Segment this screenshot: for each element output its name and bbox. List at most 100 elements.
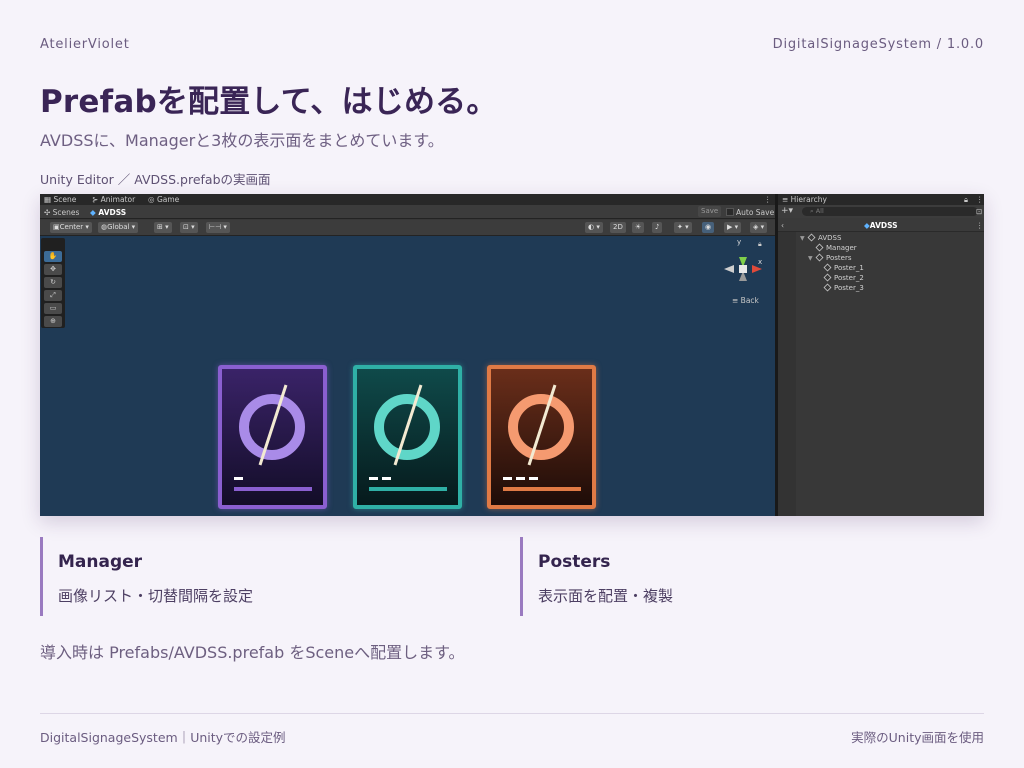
expand-arrow-icon[interactable]: ▼ bbox=[808, 255, 816, 262]
poster-dash bbox=[516, 477, 525, 480]
ruler-icon[interactable]: ⊢⊣ ▾ bbox=[206, 222, 230, 233]
lighting-icon[interactable]: ☀ bbox=[632, 222, 645, 233]
hierarchy-item-label: Manager bbox=[826, 244, 857, 252]
pivot-dropdown[interactable]: ▣Center ▾ bbox=[50, 222, 92, 233]
snap-increment-icon[interactable]: ⊡ ▾ bbox=[180, 222, 198, 233]
gizmo-x-label: x bbox=[758, 258, 763, 266]
hierarchy-item[interactable]: Poster_3 bbox=[823, 283, 864, 292]
effects-icon[interactable]: ✦ ▾ bbox=[674, 222, 692, 233]
hierarchy-gutter bbox=[778, 232, 796, 516]
transform-tool-icon[interactable]: ⊕ bbox=[44, 316, 62, 327]
manager-card-title: Manager bbox=[58, 552, 143, 572]
audio-icon[interactable]: ♪ bbox=[652, 222, 663, 233]
footer-divider bbox=[40, 713, 984, 714]
grid-snap-icon[interactable]: ⊞ ▾ bbox=[154, 222, 172, 233]
camera-icon[interactable]: ▶ ▾ bbox=[724, 222, 742, 233]
gameobject-cube-icon bbox=[823, 263, 832, 272]
scenes-label: Scenes bbox=[52, 208, 80, 217]
search-options-icon[interactable]: ⊡ bbox=[976, 207, 982, 216]
hierarchy-search-row: +▾ ⌕ All ⊡ bbox=[778, 205, 984, 218]
hierarchy-item[interactable]: ▼ AVDSS bbox=[800, 233, 842, 242]
tab-game-label: Game bbox=[156, 195, 180, 204]
poster-graphic bbox=[503, 384, 581, 491]
tool-palette: ✋ ✥ ↻ ⤢ ▭ ⊕ bbox=[41, 238, 65, 328]
rect-tool-icon[interactable]: ▭ bbox=[44, 303, 62, 314]
lock-icon[interactable]: 🔒︎ bbox=[758, 240, 762, 249]
gameobject-cube-icon bbox=[807, 233, 816, 242]
poster-bar bbox=[503, 487, 581, 491]
tab-scene[interactable]: ▦ Scene bbox=[44, 195, 76, 204]
pivot-label: Center bbox=[59, 223, 84, 231]
hierarchy-item[interactable]: Poster_2 bbox=[823, 273, 864, 282]
poster-dash bbox=[382, 477, 391, 480]
save-button[interactable]: Save bbox=[698, 206, 722, 217]
poster-dash bbox=[234, 477, 243, 480]
hierarchy-item-label: AVDSS bbox=[818, 234, 842, 242]
page-title: Prefabを配置して、はじめる。 bbox=[40, 84, 498, 120]
hierarchy-item[interactable]: Manager bbox=[815, 243, 857, 252]
shading-mode-icon[interactable]: ◐ ▾ bbox=[585, 222, 603, 233]
poster-2[interactable] bbox=[353, 365, 462, 509]
hierarchy-item-label: Poster_2 bbox=[834, 274, 864, 282]
hierarchy-search-input[interactable]: ⌕ All bbox=[802, 207, 978, 216]
poster-1[interactable] bbox=[218, 365, 327, 509]
page-subtitle: AVDSSに、Managerと3枚の表示面をまとめています。 bbox=[40, 131, 444, 150]
install-note: 導入時は Prefabs/AVDSS.prefab をSceneへ配置します。 bbox=[40, 643, 465, 662]
kebab-menu-icon[interactable]: ⋮ bbox=[764, 195, 772, 204]
tab-game[interactable]: ◎ Game bbox=[148, 195, 179, 204]
gameobject-cube-icon bbox=[823, 273, 832, 282]
scene-toolbar: ▣Center ▾ ◍Global ▾ ⊞ ▾ ⊡ ▾ ⊢⊣ ▾ ◐ ▾ 2D … bbox=[40, 220, 775, 236]
posters-card-title: Posters bbox=[538, 552, 611, 572]
scene-breadcrumb-bar: ✣ Scenes ◆ AVDSS Save Auto Save bbox=[40, 205, 775, 219]
gizmo-back-label[interactable]: ≡ Back bbox=[732, 296, 759, 305]
hierarchy-item[interactable]: Poster_1 bbox=[823, 263, 864, 272]
scene-viewport[interactable]: ✋ ✥ ↻ ⤢ ▭ ⊕ y x 🔒︎ ≡ Back bbox=[40, 236, 775, 516]
hierarchy-item-label: Poster_3 bbox=[834, 284, 864, 292]
back-label-text: Back bbox=[740, 296, 759, 305]
expand-arrow-icon[interactable]: ▼ bbox=[800, 235, 808, 242]
hierarchy-item[interactable]: ▼ Posters bbox=[808, 253, 851, 262]
version-label: DigitalSignageSystem / 1.0.0 bbox=[772, 37, 984, 52]
gizmos-icon[interactable]: ◈ ▾ bbox=[750, 222, 768, 233]
tab-scene-label: Scene bbox=[53, 195, 77, 204]
auto-save-checkbox[interactable] bbox=[726, 208, 734, 216]
hierarchy-lock-icon[interactable]: 🔒︎ bbox=[964, 195, 968, 205]
space-dropdown[interactable]: ◍Global ▾ bbox=[98, 222, 139, 233]
brand-label: AtelierViolet bbox=[40, 37, 130, 52]
hierarchy-panel: ≡ Hierarchy 🔒︎ ⋮ +▾ ⌕ All ⊡ ‹ ◆AVDSS ⋮ ▼… bbox=[778, 194, 984, 516]
gizmo-y-label: y bbox=[737, 238, 742, 246]
move-tool-icon[interactable]: ✥ bbox=[44, 264, 62, 275]
visibility-icon[interactable]: ◉ bbox=[702, 222, 715, 233]
create-plus-icon[interactable]: +▾ bbox=[781, 206, 793, 216]
poster-3[interactable] bbox=[487, 365, 596, 509]
hierarchy-tab[interactable]: ≡ Hierarchy 🔒︎ ⋮ bbox=[778, 194, 984, 205]
auto-save-label: Auto Save bbox=[736, 208, 775, 217]
prefab-cube-icon: ◆ bbox=[90, 208, 96, 217]
prefab-breadcrumb[interactable]: ◆ AVDSS bbox=[90, 208, 126, 217]
scenes-breadcrumb[interactable]: ✣ Scenes bbox=[44, 208, 79, 217]
gameobject-cube-icon bbox=[815, 253, 824, 262]
hierarchy-kebab-icon[interactable]: ⋮ bbox=[976, 195, 984, 204]
footer-left: DigitalSignageSystem｜Unityでの設定例 bbox=[40, 730, 286, 745]
unity-editor-screenshot: ▦ Scene ⊱ Animator ◎ Game ⋮ ✣ Scenes ◆ A… bbox=[40, 194, 984, 516]
gameobject-cube-icon bbox=[823, 283, 832, 292]
poster-graphic bbox=[369, 384, 447, 491]
hand-tool-icon[interactable]: ✋ bbox=[44, 251, 62, 262]
prefab-header: ‹ ◆AVDSS ⋮ bbox=[778, 218, 984, 232]
tab-animator[interactable]: ⊱ Animator bbox=[92, 195, 135, 204]
back-chevron-icon[interactable]: ‹ bbox=[781, 221, 784, 230]
posters-card-desc: 表示面を配置・複製 bbox=[538, 587, 674, 605]
manager-card-desc: 画像リスト・切替間隔を設定 bbox=[58, 587, 254, 605]
footer-right: 実際のUnity画面を使用 bbox=[851, 730, 984, 745]
scale-tool-icon[interactable]: ⤢ bbox=[44, 290, 62, 301]
poster-bar bbox=[369, 487, 447, 491]
poster-graphic bbox=[234, 384, 312, 491]
prefab-kebab-icon[interactable]: ⋮ bbox=[976, 221, 984, 230]
mode-2d-toggle[interactable]: 2D bbox=[610, 222, 626, 233]
search-placeholder: All bbox=[815, 207, 824, 215]
rotate-tool-icon[interactable]: ↻ bbox=[44, 277, 62, 288]
space-label: Global bbox=[107, 223, 130, 231]
editor-tabbar: ▦ Scene ⊱ Animator ◎ Game ⋮ bbox=[40, 194, 775, 205]
hierarchy-tab-label: Hierarchy bbox=[790, 195, 827, 204]
poster-dash bbox=[503, 477, 512, 480]
